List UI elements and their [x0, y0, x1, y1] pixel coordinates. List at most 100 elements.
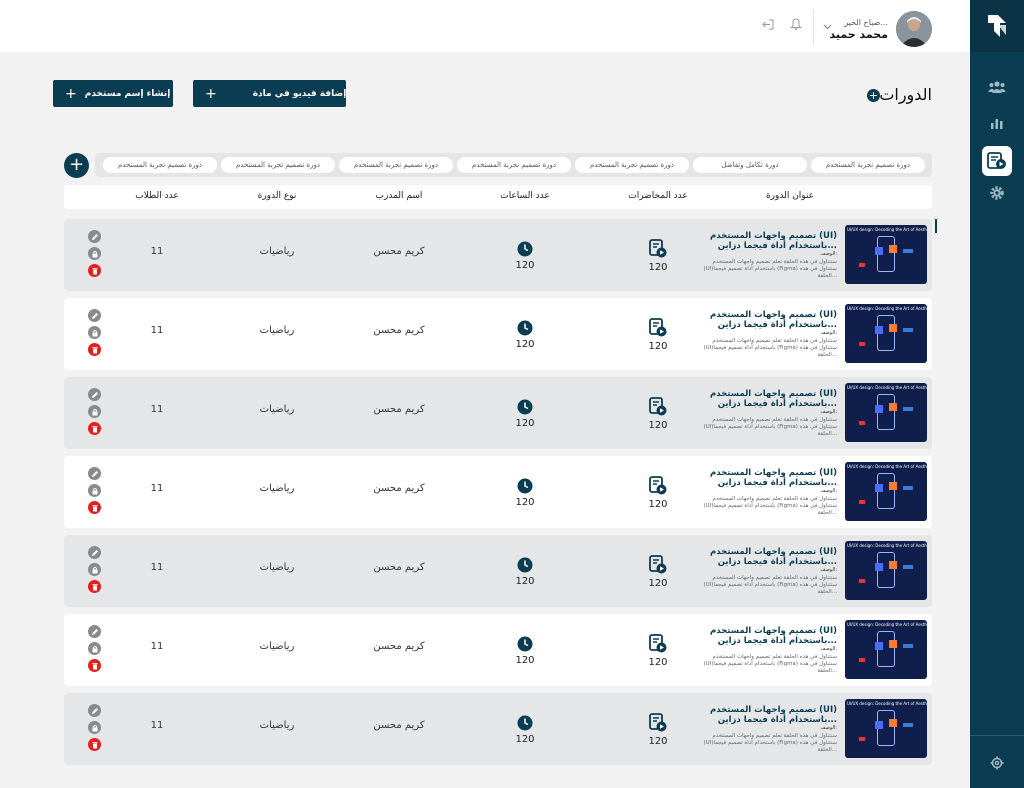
filter-chip[interactable]: دورة تصميم تجربة المستخدم	[103, 157, 217, 173]
course-type: رياضيات	[259, 483, 295, 494]
course-desc-label: الوصف:	[820, 488, 837, 494]
thumb-shape	[903, 328, 913, 332]
edit-button[interactable]	[88, 230, 101, 243]
table-row[interactable]: UI/UX design: Decoding the Art of Aesthe…	[64, 614, 932, 686]
greeting-text: صباح الخير...	[844, 18, 888, 27]
column-students[interactable]: عدد الطلاب	[135, 191, 178, 201]
lock-button[interactable]	[88, 405, 101, 418]
filter-chip[interactable]: دورة تصميم تجربة المستخدم	[221, 157, 335, 173]
plus-icon: +	[65, 85, 77, 102]
sidebar-item-courses[interactable]	[982, 146, 1012, 176]
course-thumbnail[interactable]: UI/UX design: Decoding the Art of Aesthe…	[845, 304, 927, 363]
students-count: 11	[150, 325, 164, 336]
column-title[interactable]: عنوان الدورة	[766, 191, 814, 201]
trainer-name: كريم محسن	[373, 562, 425, 573]
course-thumbnail[interactable]: UI/UX design: Decoding the Art of Aesthe…	[845, 620, 927, 679]
course-title[interactable]: تصميم واجهات المستخدم (UI) باستخدام أداة…	[697, 468, 837, 488]
thumb-shape	[875, 405, 883, 413]
thumb-shape	[889, 640, 897, 648]
lock-button[interactable]	[88, 721, 101, 734]
filter-chip[interactable]: دورة تصميم تجربة المستخدم	[575, 157, 689, 173]
thumb-shape	[903, 644, 913, 648]
bell-icon[interactable]	[790, 17, 802, 30]
create-user-button[interactable]: + إنشاء إسم مستخدم	[53, 80, 173, 107]
sidebar-item-preferences[interactable]	[982, 748, 1012, 778]
edit-button[interactable]	[88, 546, 101, 559]
course-title[interactable]: تصميم واجهات المستخدم (UI) باستخدام أداة…	[697, 231, 837, 251]
course-thumbnail[interactable]: UI/UX design: Decoding the Art of Aesthe…	[845, 699, 927, 758]
delete-button[interactable]	[88, 738, 101, 751]
app-logo[interactable]	[970, 0, 1024, 52]
lectures-count: 120	[648, 578, 668, 589]
table-header: عنوان الدورة عدد المحاضرات عدد الساعات ا…	[64, 185, 932, 209]
lock-button[interactable]	[88, 247, 101, 260]
table-row[interactable]: UI/UX design: Decoding the Art of Aesthe…	[64, 456, 932, 528]
course-title[interactable]: تصميم واجهات المستخدم (UI) باستخدام أداة…	[697, 547, 837, 567]
course-thumbnail[interactable]: UI/UX design: Decoding the Art of Aesthe…	[845, 541, 927, 600]
table-row[interactable]: UI/UX design: Decoding the Art of Aesthe…	[64, 377, 932, 449]
filter-chip[interactable]: دورة تصميم تجربة المستخدم	[339, 157, 453, 173]
sidebar-item-settings[interactable]	[982, 178, 1012, 208]
course-title[interactable]: تصميم واجهات المستخدم (UI) باستخدام أداة…	[697, 705, 837, 725]
course-description: سنتناول في هذه الحلقة تعلم تصميم واجهات …	[703, 654, 837, 674]
column-type[interactable]: نوع الدورة	[258, 191, 297, 201]
course-thumbnail[interactable]: UI/UX design: Decoding the Art of Aesthe…	[845, 225, 927, 284]
lectures-video-icon	[649, 476, 667, 495]
trainer-name: كريم محسن	[373, 246, 425, 257]
add-course-button[interactable]: +	[867, 89, 880, 102]
sidebar-item-statistics[interactable]	[982, 108, 1012, 138]
sidebar-item-users[interactable]	[982, 72, 1012, 102]
column-lectures[interactable]: عدد المحاضرات	[628, 191, 688, 201]
delete-button[interactable]	[88, 659, 101, 672]
lock-button[interactable]	[88, 484, 101, 497]
delete-button[interactable]	[88, 264, 101, 277]
hours-count: 120	[515, 418, 535, 429]
lectures-count: 120	[648, 657, 668, 668]
edit-button[interactable]	[88, 625, 101, 638]
course-title[interactable]: تصميم واجهات المستخدم (UI) باستخدام أداة…	[697, 389, 837, 409]
edit-button[interactable]	[88, 467, 101, 480]
add-video-button[interactable]: + إضافة فيديو في مادة	[193, 80, 346, 107]
page-title: الدورات	[879, 85, 932, 104]
thumb-shape	[875, 642, 883, 650]
filter-chip[interactable]: دورة تصميم تجربة المستخدم	[811, 157, 925, 173]
logout-icon[interactable]	[761, 19, 774, 30]
logo-icon	[988, 15, 1006, 37]
thumb-shape	[889, 482, 897, 490]
table-row[interactable]: UI/UX design: Decoding the Art of Aesthe…	[64, 535, 932, 607]
lock-button[interactable]	[88, 326, 101, 339]
table-row[interactable]: UI/UX design: Decoding the Art of Aesthe…	[64, 219, 932, 291]
edit-button[interactable]	[88, 309, 101, 322]
scrollbar-thumb[interactable]	[935, 219, 937, 233]
course-type: رياضيات	[259, 246, 295, 257]
clock-icon	[517, 399, 533, 415]
course-type: رياضيات	[259, 325, 295, 336]
course-thumbnail[interactable]: UI/UX design: Decoding the Art of Aesthe…	[845, 462, 927, 521]
course-title[interactable]: تصميم واجهات المستخدم (UI) باستخدام أداة…	[697, 310, 837, 330]
delete-button[interactable]	[88, 343, 101, 356]
edit-button[interactable]	[88, 704, 101, 717]
column-hours[interactable]: عدد الساعات	[500, 191, 550, 201]
delete-button[interactable]	[88, 422, 101, 435]
table-row[interactable]: UI/UX design: Decoding the Art of Aesthe…	[64, 693, 932, 765]
filter-chip[interactable]: دورة تكامل وتفاضل	[693, 157, 807, 173]
clock-icon	[517, 715, 533, 731]
column-trainer[interactable]: اسم المدرب	[376, 191, 423, 201]
chevron-down-icon[interactable]	[823, 24, 832, 30]
avatar[interactable]	[896, 11, 932, 47]
delete-button[interactable]	[88, 580, 101, 593]
lock-button[interactable]	[88, 642, 101, 655]
settings-icon	[990, 756, 1004, 770]
table-row[interactable]: UI/UX design: Decoding the Art of Aesthe…	[64, 298, 932, 370]
course-title[interactable]: تصميم واجهات المستخدم (UI) باستخدام أداة…	[697, 626, 837, 646]
filter-chip[interactable]: دورة تصميم تجربة المستخدم	[457, 157, 571, 173]
create-user-label: إنشاء إسم مستخدم	[84, 88, 171, 99]
thumb-shape	[903, 249, 913, 253]
delete-button[interactable]	[88, 501, 101, 514]
user-name: محمد حميد	[829, 28, 888, 41]
course-thumbnail[interactable]: UI/UX design: Decoding the Art of Aesthe…	[845, 383, 927, 442]
lock-button[interactable]	[88, 563, 101, 576]
thumb-shape	[889, 719, 897, 727]
edit-button[interactable]	[88, 388, 101, 401]
add-filter-button[interactable]: +	[64, 153, 89, 178]
